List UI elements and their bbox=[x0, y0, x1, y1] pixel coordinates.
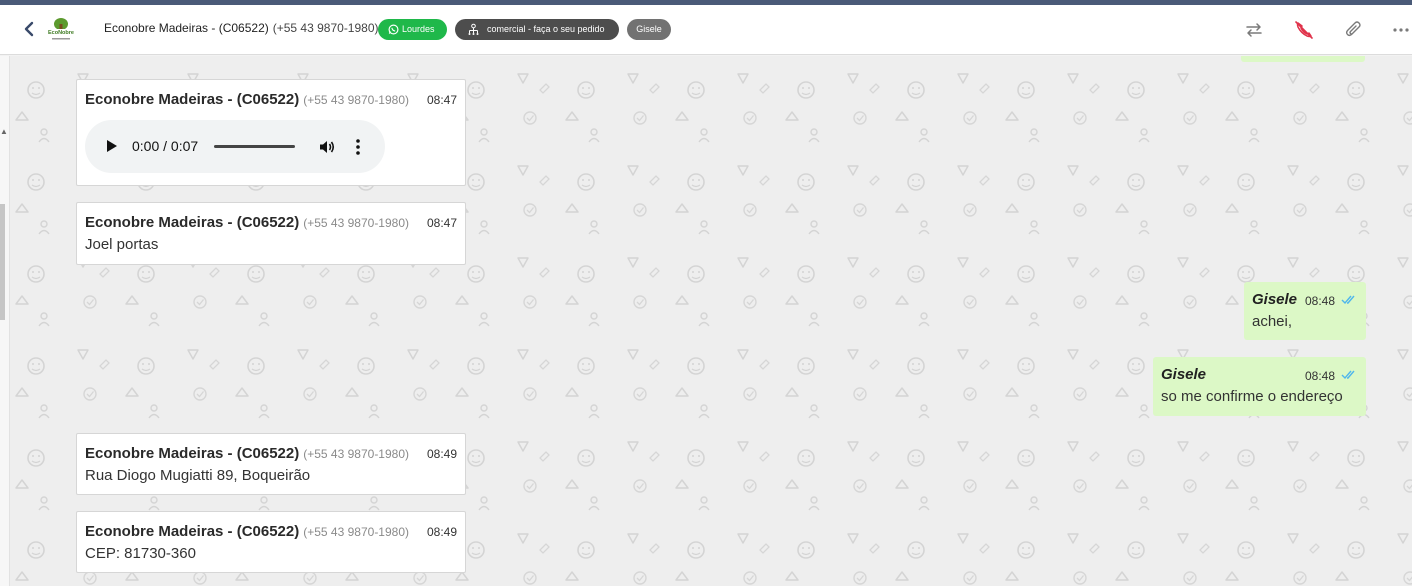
incoming-message-audio: Econobre Madeiras - (C06522) (+55 43 9870… bbox=[76, 79, 466, 186]
message-time: 08:48 bbox=[1305, 369, 1336, 383]
attach-icon[interactable] bbox=[1344, 20, 1364, 40]
audio-time: 0:00 / 0:07 bbox=[132, 138, 199, 154]
message-sender-phone: (+55 43 9870-1980) bbox=[303, 216, 409, 230]
assigned-user-label: Gisele bbox=[636, 24, 662, 34]
svg-text:EcoNobre: EcoNobre bbox=[48, 30, 74, 36]
message-sender-phone: (+55 43 9870-1980) bbox=[303, 447, 409, 461]
message-sender: Gisele bbox=[1161, 366, 1207, 383]
message-sender-phone: (+55 43 9870-1980) bbox=[303, 525, 409, 539]
more-icon[interactable] bbox=[1392, 20, 1410, 40]
message-time: 08:48 bbox=[1305, 294, 1336, 308]
message-sender: Econobre Madeiras - (C06522) bbox=[85, 91, 300, 108]
message-header: Econobre Madeiras - (C06522) (+55 43 9870… bbox=[85, 91, 409, 109]
department-tag-label: comercial - faça o seu pedido bbox=[487, 24, 605, 34]
whatsapp-connection-tag[interactable]: Lourdes bbox=[378, 19, 447, 40]
message-time: 08:49 bbox=[426, 525, 457, 539]
outgoing-message: Gisele 08:48 so me confirme o endereço bbox=[1153, 357, 1366, 416]
chat-header: EcoNobre Econobre Madeiras - (C06522) (+5… bbox=[0, 5, 1412, 55]
department-tag[interactable]: comercial - faça o seu pedido bbox=[455, 19, 619, 40]
end-call-icon[interactable] bbox=[1294, 20, 1314, 40]
message-sender-phone: (+55 43 9870-1980) bbox=[303, 93, 409, 107]
assigned-user-tag[interactable]: Gisele bbox=[627, 19, 671, 40]
incoming-message: Econobre Madeiras - (C06522) (+55 43 9870… bbox=[76, 202, 466, 265]
message-text: Joel portas bbox=[85, 236, 159, 253]
message-time: 08:47 bbox=[426, 93, 457, 107]
audio-menu-icon[interactable] bbox=[355, 138, 361, 156]
message-time: 08:47 bbox=[426, 216, 457, 230]
audio-player: 0:00 / 0:07 bbox=[85, 120, 385, 173]
scrollbar-thumb[interactable] bbox=[0, 204, 5, 320]
contact-title: Econobre Madeiras - (C06522) (+55 43 9870… bbox=[104, 21, 379, 35]
incoming-message: Econobre Madeiras - (C06522) (+55 43 9870… bbox=[76, 433, 466, 495]
incoming-message: Econobre Madeiras - (C06522) (+55 43 9870… bbox=[76, 511, 466, 573]
message-time: 08:49 bbox=[426, 447, 457, 461]
outgoing-message: Gisele 08:48 achei, bbox=[1244, 282, 1366, 340]
left-panel-edge: ▲ bbox=[0, 56, 10, 586]
back-icon[interactable] bbox=[20, 20, 38, 38]
message-sender: Econobre Madeiras - (C06522) bbox=[85, 214, 300, 231]
message-text: so me confirme o endereço bbox=[1161, 388, 1343, 405]
message-text: CEP: 81730-360 bbox=[85, 545, 196, 562]
message-sender: Econobre Madeiras - (C06522) bbox=[85, 523, 300, 540]
message-header: Econobre Madeiras - (C06522) (+55 43 9870… bbox=[85, 214, 409, 232]
double-check-icon bbox=[1341, 295, 1355, 305]
previous-outgoing-bubble bbox=[1241, 56, 1365, 62]
message-header: Econobre Madeiras - (C06522) (+55 43 9870… bbox=[85, 445, 409, 463]
contact-phone: (+55 43 9870-1980) bbox=[272, 21, 379, 35]
transfer-icon[interactable] bbox=[1244, 20, 1264, 40]
message-text: Rua Diogo Mugiatti 89, Boqueirão bbox=[85, 467, 311, 484]
whatsapp-tag-label: Lourdes bbox=[402, 24, 435, 34]
collapse-caret-icon[interactable]: ▲ bbox=[0, 127, 8, 136]
message-text: achei, bbox=[1252, 313, 1293, 330]
contact-name: Econobre Madeiras - (C06522) bbox=[104, 21, 269, 35]
play-icon[interactable] bbox=[107, 140, 117, 152]
double-check-icon bbox=[1341, 370, 1355, 380]
message-header: Econobre Madeiras - (C06522) (+55 43 9870… bbox=[85, 523, 409, 541]
chat-messages-area: Econobre Madeiras - (C06522) (+55 43 9870… bbox=[10, 56, 1412, 586]
message-sender: Gisele bbox=[1252, 291, 1298, 308]
contact-avatar-logo: EcoNobre bbox=[45, 18, 77, 40]
whatsapp-icon bbox=[388, 24, 399, 35]
department-icon bbox=[468, 23, 479, 35]
audio-progress-track[interactable] bbox=[214, 145, 295, 148]
message-sender: Econobre Madeiras - (C06522) bbox=[85, 445, 300, 462]
volume-icon[interactable] bbox=[318, 138, 336, 156]
